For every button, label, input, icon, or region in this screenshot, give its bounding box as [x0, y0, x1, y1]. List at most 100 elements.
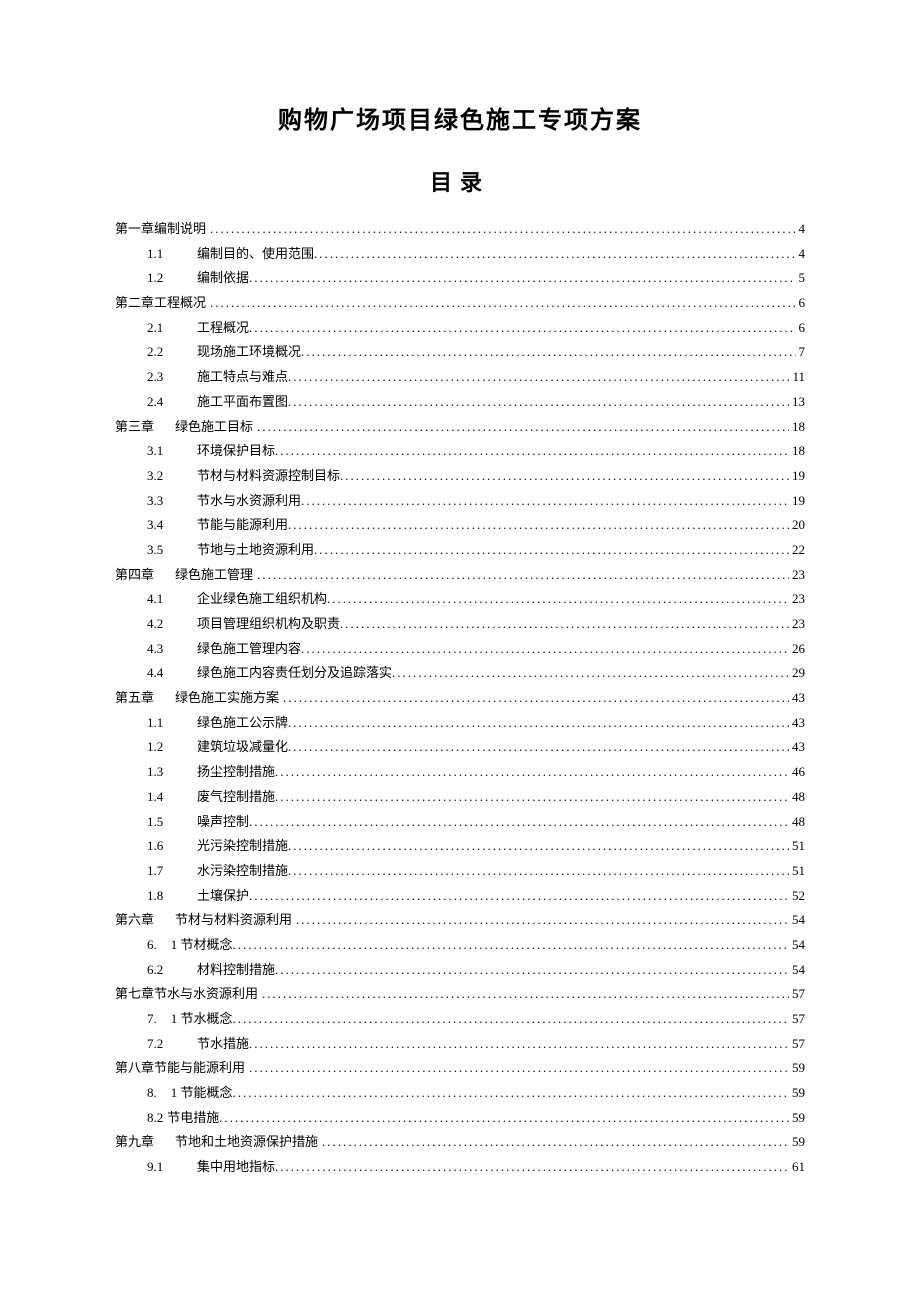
- toc-leader-dots: [275, 785, 789, 810]
- toc-page-number: 19: [789, 464, 805, 489]
- toc-leader-dots: [283, 686, 789, 711]
- toc-section-number: 1.2: [147, 266, 197, 291]
- toc-chapter-row: 第六章节材与材料资源利用54: [115, 908, 805, 933]
- toc-page-number: 54: [789, 958, 805, 983]
- toc-chapter-title: 节材与材料资源利用: [175, 908, 292, 933]
- toc-section-title: 1 节能概念: [171, 1081, 233, 1106]
- toc-section-title: 绿色施工管理内容: [197, 637, 301, 662]
- toc-page-number: 54: [789, 908, 805, 933]
- toc-section-row: 3.2节材与材料资源控制目标 19: [115, 464, 805, 489]
- toc-leader-dots: [233, 933, 789, 958]
- toc-chapter-number: 第五章: [115, 686, 175, 711]
- toc-leader-dots: [296, 908, 789, 933]
- toc-section-title: 现场施工环境概况: [197, 340, 301, 365]
- toc-chapter-number: 第二章: [115, 291, 154, 316]
- toc-leader-dots: [288, 859, 789, 884]
- toc-leader-dots: [262, 982, 789, 1007]
- toc-section-row: 3.3节水与水资源利用19: [115, 489, 805, 514]
- toc-section-title: 噪声控制: [197, 810, 249, 835]
- toc-section-title: 节水措施: [197, 1032, 249, 1057]
- toc-leader-dots: [322, 1130, 789, 1155]
- toc-chapter-row: 第二章工程概况 6: [115, 291, 805, 316]
- toc-page-number: 57: [789, 1032, 805, 1057]
- toc-page-number: 29: [789, 661, 805, 686]
- toc-section-title: 1 节水概念: [171, 1007, 233, 1032]
- toc-section-number: 1.2: [147, 735, 197, 760]
- toc-leader-dots: [249, 266, 795, 291]
- toc-chapter-number: 第一章: [115, 217, 154, 242]
- toc-chapter-number: 第九章: [115, 1130, 175, 1155]
- toc-leader-dots: [233, 1081, 789, 1106]
- toc-leader-dots: [288, 834, 789, 859]
- toc-leader-dots: [301, 637, 789, 662]
- toc-section-title: 绿色施工内容责任划分及追踪落实: [197, 661, 392, 686]
- toc-leader-dots: [314, 538, 789, 563]
- toc-section-row: 1.5噪声控制48: [115, 810, 805, 835]
- toc-section-title: 1 节材概念: [171, 933, 233, 958]
- toc-section-number: 2.2: [147, 340, 197, 365]
- toc-leader-dots: [288, 390, 789, 415]
- toc-chapter-title: 绿色施工目标: [175, 415, 253, 440]
- toc-section-title: 废气控制措施: [197, 785, 275, 810]
- toc-section-row: 2.4施工平面布置图13: [115, 390, 805, 415]
- toc-leader-dots: [327, 587, 789, 612]
- toc-leader-dots: [210, 291, 795, 316]
- toc-section-number: 8.: [147, 1081, 157, 1106]
- toc-section-number: 1.3: [147, 760, 197, 785]
- toc-page-number: 48: [789, 810, 805, 835]
- toc-section-row: 1.1编制目的、使用范围4: [115, 242, 805, 267]
- toc-chapter-row: 第八章节能与能源利用59: [115, 1056, 805, 1081]
- toc-section-number: 3.2: [147, 464, 197, 489]
- toc-chapter-row: 第五章绿色施工实施方案43: [115, 686, 805, 711]
- toc-chapter-number: 第七章: [115, 982, 154, 1007]
- toc-page-number: 18: [789, 439, 805, 464]
- toc-section-number: 9.1: [147, 1155, 197, 1180]
- toc-leader-dots: [249, 1032, 789, 1057]
- toc-section-row: 2.3施工特点与难点11: [115, 365, 805, 390]
- toc-chapter-row: 第三章绿色施工目标18: [115, 415, 805, 440]
- toc-page-number: 48: [789, 785, 805, 810]
- toc-section-row: 8.1 节能概念59: [115, 1081, 805, 1106]
- toc-section-row: 1.7水污染控制措施51: [115, 859, 805, 884]
- toc-section-row: 3.1环境保护目标18: [115, 439, 805, 464]
- toc-section-number: 6.: [147, 933, 157, 958]
- toc-chapter-title: 工程概况: [154, 291, 206, 316]
- toc-leader-dots: [288, 711, 789, 736]
- document-title: 购物广场项目绿色施工专项方案: [115, 100, 805, 135]
- toc-section-title: 编制依据: [197, 266, 249, 291]
- toc-section-row: 4.2项目管理组织机构及职责23: [115, 612, 805, 637]
- toc-section-number: 2.3: [147, 365, 197, 390]
- toc-section-title: 节材与材料资源控制目标: [197, 464, 340, 489]
- toc-section-row: 2.1工程概况6: [115, 316, 805, 341]
- toc-leader-dots: [288, 513, 789, 538]
- toc-page-number: 59: [789, 1056, 805, 1081]
- toc-page-number: 19: [789, 489, 805, 514]
- toc-page-number: 23: [789, 587, 805, 612]
- toc-chapter-title: 节水与水资源利用: [154, 982, 258, 1007]
- toc-section-row: 7.2节水措施57: [115, 1032, 805, 1057]
- toc-page-number: 4: [796, 242, 806, 267]
- toc-leader-dots: [210, 217, 795, 242]
- toc-section-number: 8.2: [147, 1106, 163, 1131]
- toc-section-number: 4.4: [147, 661, 197, 686]
- toc-page-number: 52: [789, 884, 805, 909]
- toc-section-number: 4.3: [147, 637, 197, 662]
- toc-leader-dots: [275, 439, 789, 464]
- toc-section-row: 6.1 节材概念54: [115, 933, 805, 958]
- toc-section-number: 7.: [147, 1007, 157, 1032]
- toc-page-number: 57: [789, 982, 805, 1007]
- toc-section-title: 水污染控制措施: [197, 859, 288, 884]
- toc-chapter-row: 第四章绿色施工管理23: [115, 563, 805, 588]
- toc-leader-dots: [233, 1007, 789, 1032]
- toc-section-title: 节电措施: [167, 1106, 219, 1131]
- toc-section-number: 3.1: [147, 439, 197, 464]
- toc-section-title: 土壤保护: [197, 884, 249, 909]
- toc-page-number: 6: [796, 291, 806, 316]
- toc-chapter-title: 节能与能源利用: [154, 1056, 245, 1081]
- toc-page-number: 20: [789, 513, 805, 538]
- toc-heading: 目录: [115, 165, 805, 197]
- toc-leader-dots: [249, 1056, 789, 1081]
- toc-page-number: 43: [789, 686, 805, 711]
- toc-page-number: 6: [796, 316, 806, 341]
- toc-chapter-row: 第七章节水与水资源利用 57: [115, 982, 805, 1007]
